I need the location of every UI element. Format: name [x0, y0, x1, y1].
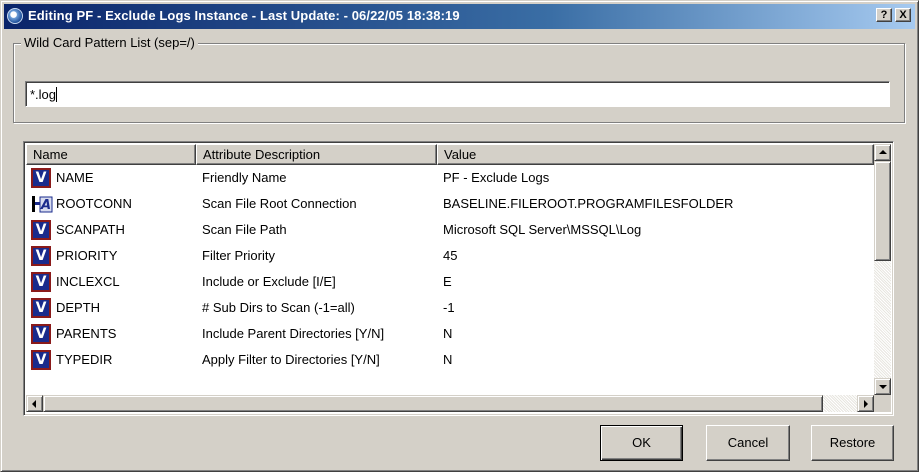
row-name: TYPEDIR: [56, 352, 113, 367]
attribute-list[interactable]: Name Attribute Description Value V NAME …: [23, 141, 894, 416]
table-row[interactable]: V TYPEDIR Apply Filter to Directories [Y…: [26, 347, 874, 373]
row-value: BASELINE.FILEROOT.PROGRAMFILESFOLDER: [443, 196, 734, 211]
row-description: Scan File Path: [202, 222, 287, 237]
variable-icon: V: [31, 324, 51, 344]
dialog-window: Editing PF - Exclude Logs Instance - Las…: [0, 0, 919, 472]
pattern-group-label: Wild Card Pattern List (sep=/): [21, 35, 198, 50]
scroll-up-button[interactable]: [874, 144, 891, 161]
window-title: Editing PF - Exclude Logs Instance - Las…: [28, 8, 460, 23]
ok-button[interactable]: OK: [600, 425, 683, 461]
row-value: N: [443, 352, 453, 367]
table-row[interactable]: V INCLEXCL Include or Exclude [I/E] E: [26, 269, 874, 295]
row-description: Include or Exclude [I/E]: [202, 274, 336, 289]
horizontal-scroll-thumb[interactable]: [43, 395, 823, 412]
column-header-value[interactable]: Value: [437, 144, 874, 165]
scroll-down-button[interactable]: [874, 378, 891, 395]
variable-icon: V: [31, 220, 51, 240]
scroll-right-button[interactable]: [857, 395, 874, 412]
close-button[interactable]: X: [895, 8, 911, 22]
pattern-input[interactable]: *.log: [25, 81, 890, 107]
column-header-description[interactable]: Attribute Description: [196, 144, 437, 165]
row-name: PRIORITY: [56, 248, 118, 263]
restore-button[interactable]: Restore: [811, 425, 894, 461]
app-gear-icon: [7, 8, 23, 24]
row-description: Apply Filter to Directories [Y/N]: [202, 352, 380, 367]
variable-icon: V: [31, 272, 51, 292]
row-description: Filter Priority: [202, 248, 275, 263]
chevron-up-icon: [879, 150, 887, 154]
row-description: Friendly Name: [202, 170, 287, 185]
vertical-scroll-thumb[interactable]: [874, 161, 891, 261]
table-row[interactable]: V PRIORITY Filter Priority 45: [26, 243, 874, 269]
row-value: N: [443, 326, 453, 341]
title-bar[interactable]: Editing PF - Exclude Logs Instance - Las…: [4, 4, 915, 29]
scroll-left-button[interactable]: [26, 395, 43, 412]
row-name: INCLEXCL: [56, 274, 120, 289]
cancel-button[interactable]: Cancel: [706, 425, 790, 461]
variable-icon: V: [31, 350, 51, 370]
table-row[interactable]: V NAME Friendly Name PF - Exclude Logs: [26, 165, 874, 191]
row-name: NAME: [56, 170, 94, 185]
row-name: SCANPATH: [56, 222, 125, 237]
row-description: # Sub Dirs to Scan (-1=all): [202, 300, 355, 315]
connection-icon: A: [31, 194, 53, 214]
scrollbar-corner: [874, 395, 891, 412]
row-value: Microsoft SQL Server\MSSQL\Log: [443, 222, 642, 237]
row-name: PARENTS: [56, 326, 117, 341]
table-row[interactable]: V PARENTS Include Parent Directories [Y/…: [26, 321, 874, 347]
row-value: E: [443, 274, 452, 289]
row-description: Include Parent Directories [Y/N]: [202, 326, 385, 341]
row-value: PF - Exclude Logs: [443, 170, 550, 185]
variable-icon: V: [31, 168, 51, 188]
vertical-scrollbar[interactable]: [874, 144, 891, 395]
row-name: ROOTCONN: [56, 196, 132, 211]
chevron-left-icon: [32, 400, 36, 408]
variable-icon: V: [31, 246, 51, 266]
horizontal-scroll-track[interactable]: [823, 395, 857, 412]
column-header-name[interactable]: Name: [26, 144, 196, 165]
help-button[interactable]: ?: [876, 8, 892, 22]
table-row[interactable]: V SCANPATH Scan File Path Microsoft SQL …: [26, 217, 874, 243]
connection-icon-letter: A: [40, 198, 51, 213]
row-value: -1: [443, 300, 455, 315]
variable-icon: V: [31, 298, 51, 318]
table-row[interactable]: V DEPTH # Sub Dirs to Scan (-1=all) -1: [26, 295, 874, 321]
chevron-down-icon: [879, 385, 887, 389]
row-name: DEPTH: [56, 300, 101, 315]
row-description: Scan File Root Connection: [202, 196, 357, 211]
chevron-right-icon: [864, 400, 868, 408]
pattern-input-value: *.log: [30, 87, 57, 102]
text-caret: [56, 87, 58, 102]
table-row[interactable]: A ROOTCONN Scan File Root Connection BAS…: [26, 191, 874, 217]
horizontal-scrollbar[interactable]: [26, 395, 874, 412]
row-value: 45: [443, 248, 458, 263]
